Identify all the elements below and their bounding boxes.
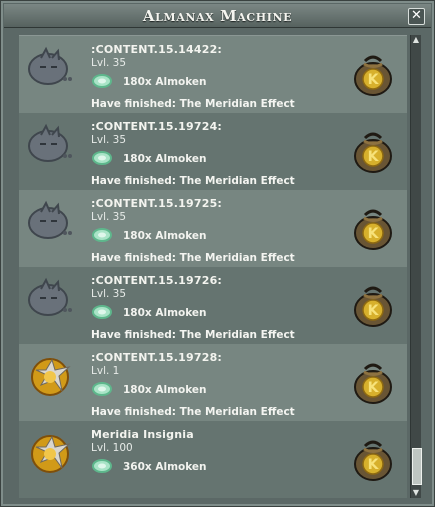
list-item[interactable]: Meridia Insignia Lvl. 100 360x Almoken K [19,421,407,498]
quest-status: Have finished: The Meridian Effect [91,175,295,187]
reward-text: 180x Almoken [123,76,207,88]
svg-text:K: K [368,149,380,165]
vertical-scrollbar[interactable]: ▲ ▼ [410,35,422,498]
almoken-coin-icon [92,382,112,396]
reward-text: 180x Almoken [123,307,207,319]
meridia-insignia-icon [31,358,71,396]
window-title: Almanax Machine [142,7,293,25]
scroll-up-arrow[interactable]: ▲ [411,35,421,45]
kama-bag-icon[interactable]: K [350,359,396,406]
quest-name: :CONTENT.15.19726: [91,274,223,287]
grey-creature-icon [28,46,72,85]
list-item[interactable]: :CONTENT.15.19724: Lvl. 35 180x Almoken … [19,113,407,190]
kama-bag-icon[interactable]: K [350,51,396,98]
kama-bag-icon[interactable]: K [350,205,396,252]
svg-text:K: K [368,226,380,242]
quest-list[interactable]: :CONTENT.15.14422: Lvl. 35 180x Almoken … [19,35,407,500]
svg-text:K: K [368,303,380,319]
svg-text:K: K [368,380,380,396]
quest-name: :CONTENT.15.19728: [91,351,223,364]
quest-status: Have finished: The Meridian Effect [91,98,295,110]
quest-level: Lvl. 1 [91,365,120,377]
quest-level: Lvl. 100 [91,442,133,454]
list-item[interactable]: :CONTENT.15.14422: Lvl. 35 180x Almoken … [19,36,407,113]
list-item[interactable]: :CONTENT.15.19728: Lvl. 1 180x Almoken H… [19,344,407,421]
reward-text: 180x Almoken [123,230,207,242]
almoken-coin-icon [92,459,112,473]
almanax-machine-window: Almanax Machine ✕ :CONTENT.15.14422: Lvl… [0,0,435,507]
quest-level: Lvl. 35 [91,211,127,223]
almoken-coin-icon [92,228,112,242]
quest-level: Lvl. 35 [91,57,127,69]
almoken-coin-icon [92,151,112,165]
quest-status: Have finished: The Meridian Effect [91,252,295,264]
svg-text:K: K [368,457,380,473]
list-item[interactable]: :CONTENT.15.19725: Lvl. 35 180x Almoken … [19,190,407,267]
quest-status: Have finished: The Meridian Effect [91,406,295,418]
scroll-thumb[interactable] [412,448,422,485]
quest-name: Meridia Insignia [91,428,194,441]
close-button[interactable]: ✕ [408,8,425,25]
window-titlebar[interactable]: Almanax Machine ✕ [4,4,431,28]
almoken-coin-icon [92,305,112,319]
quest-name: :CONTENT.15.19725: [91,197,223,210]
quest-name: :CONTENT.15.14422: [91,43,223,56]
grey-creature-icon [28,277,72,316]
almoken-coin-icon [92,74,112,88]
reward-text: 180x Almoken [123,153,207,165]
reward-text: 180x Almoken [123,384,207,396]
meridia-insignia-icon [31,435,71,473]
quest-name: :CONTENT.15.19724: [91,120,223,133]
list-item[interactable]: :CONTENT.15.19726: Lvl. 35 180x Almoken … [19,267,407,344]
scroll-down-arrow[interactable]: ▼ [411,488,421,498]
kama-bag-icon[interactable]: K [350,128,396,175]
svg-text:K: K [368,72,380,88]
quest-level: Lvl. 35 [91,134,127,146]
grey-creature-icon [28,200,72,239]
quest-level: Lvl. 35 [91,288,127,300]
quest-status: Have finished: The Meridian Effect [91,329,295,341]
grey-creature-icon [28,123,72,162]
kama-bag-icon[interactable]: K [350,282,396,329]
reward-text: 360x Almoken [123,461,207,473]
kama-bag-icon[interactable]: K [350,436,396,483]
